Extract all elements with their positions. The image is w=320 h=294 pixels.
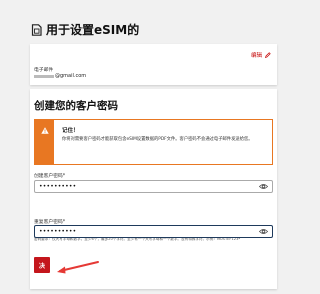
email-card: 编辑 电子邮件 @gmail.com <box>30 44 277 85</box>
confirm-password-label: 重复客户密码* <box>34 220 66 225</box>
eye-icon[interactable] <box>259 183 268 190</box>
email-domain: @gmail.com <box>55 73 87 79</box>
confirm-password-input[interactable]: •••••••••• <box>34 225 273 238</box>
confirm-password-value: •••••••••• <box>39 228 77 235</box>
alert-text: 你将对需要客户密码才能获取包含eSIM设置数据的PDF文件。客户密码不会通过电子… <box>62 137 253 142</box>
annotation-arrow <box>57 261 99 274</box>
email-label: 电子邮件 <box>34 68 54 73</box>
warning-alert: 记住！ 你将对需要客户密码才能获取包含eSIM设置数据的PDF文件。客户密码不会… <box>34 119 273 165</box>
page-header: 用于设置eSIM的 <box>31 21 139 38</box>
password-label: 创建客户密码* <box>34 174 66 179</box>
password-input[interactable]: •••••••••• <box>34 180 273 193</box>
password-value: •••••••••• <box>39 183 77 190</box>
alert-title: 记住！ <box>62 128 79 134</box>
form-title: 创建您的客户密码 <box>34 100 118 112</box>
warning-icon <box>40 127 49 134</box>
sim-card-icon <box>31 23 42 36</box>
edit-label: 编辑 <box>250 53 262 59</box>
email-value: @gmail.com <box>34 73 86 79</box>
alert-side-bar <box>35 120 54 164</box>
page-title: 用于设置eSIM的 <box>46 23 140 37</box>
pencil-icon <box>265 52 271 58</box>
edit-link[interactable]: 编辑 <box>251 51 271 59</box>
eye-icon[interactable] <box>259 228 268 235</box>
email-redaction <box>34 74 54 78</box>
submit-button[interactable]: 决 <box>34 257 50 273</box>
